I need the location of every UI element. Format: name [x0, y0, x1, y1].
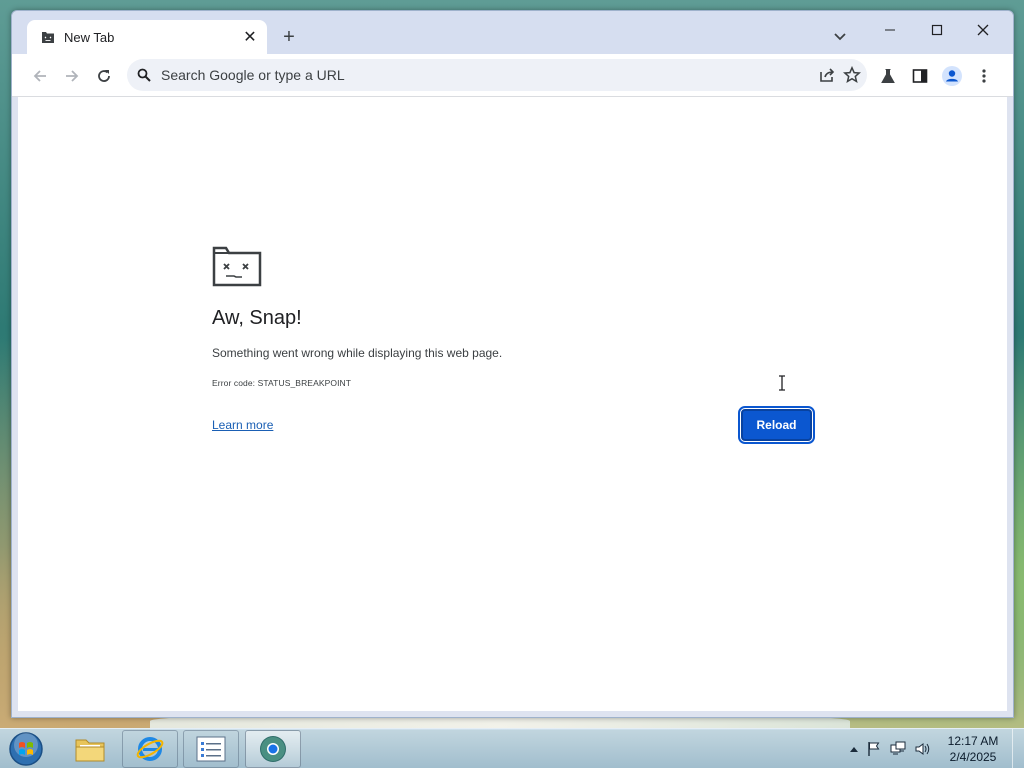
omnibox[interactable]: [127, 59, 867, 91]
new-tab-button[interactable]: +: [278, 26, 300, 48]
text-cursor-icon: [779, 375, 785, 391]
maximize-button[interactable]: [914, 15, 960, 45]
search-icon: [137, 68, 151, 82]
sad-tab-favicon-icon: [42, 32, 54, 43]
star-icon[interactable]: [843, 66, 861, 84]
menu-button[interactable]: [972, 64, 996, 88]
labs-button[interactable]: [876, 64, 900, 88]
reload-icon: [98, 70, 110, 82]
forward-button[interactable]: [60, 64, 84, 88]
profile-button[interactable]: [940, 64, 964, 88]
minimize-icon: [885, 29, 895, 31]
chevron-up-icon: [850, 747, 858, 752]
error-code: Error code: STATUS_BREAKPOINT: [212, 378, 352, 388]
address-input[interactable]: [161, 64, 761, 86]
chrome-icon: [260, 736, 286, 762]
list-window-icon: [196, 736, 226, 762]
clock-date[interactable]: 2/4/2025: [938, 750, 1008, 764]
tab-search-chevron-icon[interactable]: [830, 27, 850, 47]
flag-icon: [868, 742, 880, 756]
side-panel-button[interactable]: [908, 64, 932, 88]
profile-icon: [942, 66, 962, 86]
network-monitor-icon: [890, 741, 906, 755]
back-button[interactable]: [28, 64, 52, 88]
start-button[interactable]: [6, 731, 46, 767]
close-icon: [977, 24, 989, 36]
error-message: Something went wrong while displaying th…: [212, 346, 503, 360]
taskbar-file-explorer[interactable]: [62, 730, 118, 768]
taskbar-chrome[interactable]: [245, 730, 301, 768]
learn-more-link[interactable]: Learn more: [212, 418, 273, 432]
browser-toolbar: [12, 54, 1013, 97]
windows-orb-icon: [9, 732, 43, 766]
network-icon[interactable]: [890, 741, 906, 757]
internet-explorer-icon: [136, 737, 164, 761]
sad-tab-icon: [212, 246, 262, 287]
maximize-icon: [931, 24, 943, 36]
close-window-button[interactable]: [960, 15, 1006, 45]
show-hidden-icons-button[interactable]: [846, 741, 862, 757]
tab-title: New Tab: [64, 30, 115, 45]
minimize-button[interactable]: [867, 15, 913, 45]
tab-strip: New Tab ✕ +: [12, 11, 1013, 54]
tab-new-tab[interactable]: New Tab ✕: [27, 20, 267, 54]
volume-icon[interactable]: [914, 741, 930, 757]
reload-button[interactable]: Reload: [738, 406, 815, 444]
show-desktop-button[interactable]: [1012, 729, 1024, 768]
clock-time[interactable]: 12:17 AM: [938, 734, 1008, 748]
taskbar-internet-explorer[interactable]: [122, 730, 178, 768]
folder-icon: [75, 739, 105, 762]
action-center-flag-icon[interactable]: [866, 741, 882, 757]
error-heading: Aw, Snap!: [212, 307, 302, 329]
taskbar: 12:17 AM 2/4/2025: [0, 728, 1024, 768]
arrow-left-icon: [33, 70, 46, 82]
kebab-menu-icon: [982, 69, 986, 83]
browser-window: New Tab ✕ + Search Google or type a URL …: [11, 10, 1014, 718]
flask-icon: [881, 69, 895, 83]
tab-close-icon[interactable]: ✕: [241, 28, 259, 46]
page-content: Aw, Snap! Something went wrong while dis…: [18, 97, 1007, 711]
share-icon[interactable]: [818, 66, 836, 84]
reload-toolbar-button[interactable]: [92, 64, 116, 88]
taskbar-task-list-app[interactable]: [183, 730, 239, 768]
arrow-right-icon: [66, 70, 79, 82]
speaker-icon: [915, 743, 930, 755]
side-panel-icon: [912, 69, 928, 83]
